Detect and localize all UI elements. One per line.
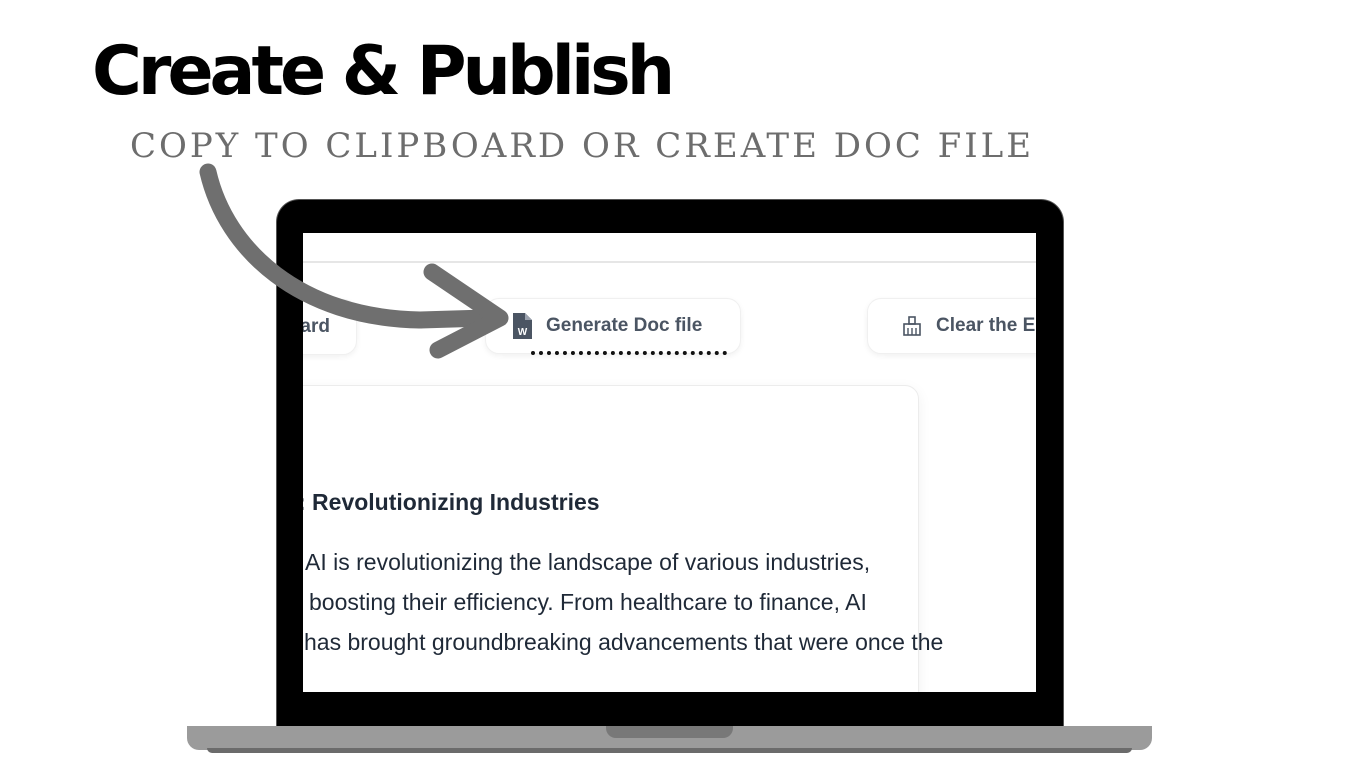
- copy-to-clipboard-label: Copy to clipboard: [303, 316, 330, 337]
- promo-title: Create & Publish: [92, 32, 675, 111]
- promo-subtitle: COPY TO CLIPBOARD OR CREATE DOC FILE: [130, 126, 1035, 166]
- laptop-base-shadow: [207, 748, 1132, 753]
- generate-doc-button[interactable]: W Generate Doc file: [485, 298, 741, 354]
- laptop-screen: Copy to clipboard W Generate Doc file: [303, 233, 1036, 692]
- generate-doc-highlight: [531, 351, 727, 355]
- article-heading: AI: Revolutionizing Industries: [303, 489, 600, 515]
- promo-canvas: Create & Publish COPY TO CLIPBOARD OR CR…: [0, 0, 1366, 768]
- article-line: boosting their efficiency. From healthca…: [309, 589, 867, 615]
- laptop-notch: [606, 726, 733, 738]
- svg-text:W: W: [518, 327, 528, 338]
- article-line: has brought groundbreaking advancements …: [304, 629, 944, 655]
- editor-card[interactable]: AI: Revolutionizing Industries AI is rev…: [303, 385, 943, 692]
- word-document-icon: W: [512, 313, 532, 339]
- article-line: AI is revolutionizing the landscape of v…: [305, 549, 871, 575]
- generate-doc-label: Generate Doc file: [546, 315, 703, 336]
- copy-to-clipboard-button[interactable]: Copy to clipboard: [303, 299, 357, 355]
- broom-icon: [902, 316, 922, 336]
- clear-editor-label: Clear the Editor: [936, 315, 1036, 336]
- clear-editor-button[interactable]: Clear the Editor: [867, 298, 1036, 354]
- toolbar-divider: [303, 261, 1036, 263]
